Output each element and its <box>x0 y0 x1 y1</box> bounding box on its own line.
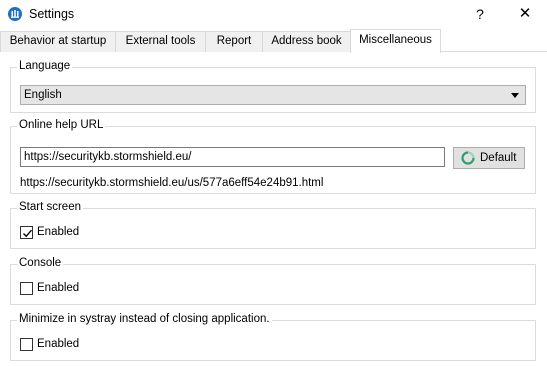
default-button[interactable]: Default <box>453 147 525 169</box>
resolved-help-url: https://securitykb.stormshield.eu/us/577… <box>20 177 324 189</box>
window-title: Settings <box>29 7 75 21</box>
default-button-label: Default <box>480 152 517 164</box>
tab-address-book[interactable]: Address book <box>262 31 351 52</box>
start-screen-group-label: Start screen <box>17 201 83 213</box>
online-help-group-label: Online help URL <box>17 119 106 131</box>
refresh-icon <box>461 151 475 165</box>
checkmark-icon <box>23 229 33 238</box>
tab-external-tools[interactable]: External tools <box>115 31 206 52</box>
console-enabled-checkbox[interactable] <box>20 282 33 295</box>
systray-group: Minimize in systray instead of closing a… <box>10 313 536 361</box>
start-screen-enabled-label: Enabled <box>37 226 80 238</box>
language-group: Language English <box>10 60 536 113</box>
start-screen-enabled-checkbox[interactable] <box>20 226 33 239</box>
tab-behavior-at-startup[interactable]: Behavior at startup <box>0 31 116 52</box>
online-help-group: Online help URL Default https://security… <box>10 119 536 194</box>
tab-strip: Behavior at startup External tools Repor… <box>0 29 547 53</box>
chevron-down-icon <box>511 93 519 98</box>
systray-enabled-checkbox[interactable] <box>20 338 33 351</box>
console-enabled-label: Enabled <box>37 282 80 294</box>
online-help-url-input[interactable] <box>20 147 445 167</box>
tab-report[interactable]: Report <box>205 31 263 52</box>
close-button[interactable]: ✕ <box>511 1 539 27</box>
systray-group-label: Minimize in systray instead of closing a… <box>17 313 272 325</box>
language-group-label: Language <box>17 60 73 72</box>
systray-enabled-label: Enabled <box>37 338 80 350</box>
tab-miscellaneous[interactable]: Miscellaneous <box>350 29 441 53</box>
language-selected-value: English <box>24 89 62 101</box>
title-bar: Settings ? ✕ <box>0 0 547 30</box>
start-screen-group: Start screen Enabled <box>10 201 536 249</box>
console-group: Console Enabled <box>10 257 536 305</box>
language-dropdown[interactable]: English <box>20 85 526 105</box>
app-icon <box>8 7 22 21</box>
tab-content-miscellaneous: Language English Online help URL Default… <box>0 52 547 366</box>
console-group-label: Console <box>17 257 64 269</box>
help-button[interactable]: ? <box>466 1 494 27</box>
